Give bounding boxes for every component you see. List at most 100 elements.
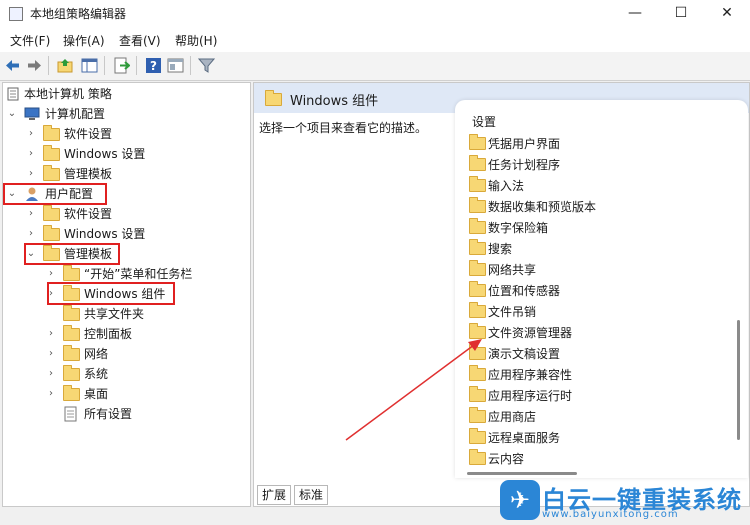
list-item-label: 数据收集和预览版本 xyxy=(488,200,597,214)
folder-icon xyxy=(43,205,60,221)
tree-item-folder[interactable]: › “开始”菜单和任务栏 xyxy=(3,265,248,283)
tree-item-folder[interactable]: › 软件设置 xyxy=(3,205,248,223)
folder-icon xyxy=(469,176,486,192)
list-item-label: 应用程序运行时 xyxy=(488,389,573,403)
bird-logo-icon: ✈ xyxy=(500,480,540,520)
policy-tree-pane: 本地计算机 策略 ⌄ 计算机配置 › 软件设置 › Windows 设置 › 管… xyxy=(2,82,251,507)
tree-label: 管理模板 xyxy=(64,167,113,181)
maximize-button[interactable]: ☐ xyxy=(658,0,704,26)
tree-item-all-settings[interactable]: 所有设置 xyxy=(3,405,248,423)
toolbar-separator xyxy=(48,56,49,75)
forward-arrow-icon[interactable] xyxy=(26,57,43,74)
show-hide-tree-icon[interactable] xyxy=(81,57,98,74)
tree-item-folder[interactable]: › 网络 xyxy=(3,345,248,363)
details-header-title: Windows 组件 xyxy=(290,94,379,109)
menu-view[interactable]: 查看(V) xyxy=(119,32,161,49)
up-folder-icon[interactable] xyxy=(57,57,74,74)
tree-label: 软件设置 xyxy=(64,207,113,221)
menu-action[interactable]: 操作(A) xyxy=(63,32,105,49)
menu-bar: 文件(F) 操作(A) 查看(V) 帮助(H) xyxy=(0,26,750,52)
tree-item-folder[interactable]: › 软件设置 xyxy=(3,125,248,143)
list-item-label: 应用程序兼容性 xyxy=(488,368,573,382)
tree-item-folder[interactable]: › 桌面 xyxy=(3,385,248,403)
properties-pane-icon[interactable] xyxy=(167,57,184,74)
folder-icon xyxy=(63,385,80,401)
tree-item-computer-config[interactable]: ⌄ 计算机配置 xyxy=(3,105,248,123)
tree-item-local-policy[interactable]: 本地计算机 策略 xyxy=(3,85,248,103)
list-item-label: 凭据用户界面 xyxy=(488,137,561,151)
tree-item-folder[interactable]: › 控制面板 xyxy=(3,325,248,343)
toolbar-separator xyxy=(136,56,137,75)
folder-icon xyxy=(469,197,486,213)
chevron-right-icon[interactable]: › xyxy=(46,265,56,283)
chevron-right-icon[interactable]: › xyxy=(26,125,36,143)
tree-item-folder[interactable]: › 系统 xyxy=(3,365,248,383)
chevron-right-icon[interactable]: › xyxy=(46,385,56,403)
menu-file[interactable]: 文件(F) xyxy=(10,32,50,49)
folder-icon xyxy=(469,134,486,150)
highlight-box-admin-templates xyxy=(24,243,120,265)
window-title: 本地组策略编辑器 xyxy=(30,7,127,21)
folder-icon xyxy=(469,155,486,171)
folder-icon xyxy=(469,260,486,276)
tree-label: Windows 设置 xyxy=(64,227,146,241)
horizontal-scrollbar[interactable] xyxy=(467,472,577,475)
tree-label: 控制面板 xyxy=(84,327,133,341)
tree-item-folder[interactable]: › Windows 设置 xyxy=(3,145,248,163)
folder-icon xyxy=(63,305,80,321)
tree-label: 桌面 xyxy=(84,387,109,401)
list-item-label: 搜索 xyxy=(488,242,513,256)
tab-extended[interactable]: 扩展 xyxy=(257,485,292,505)
vertical-scrollbar[interactable] xyxy=(737,320,740,440)
minimize-button[interactable]: — xyxy=(612,0,658,26)
chevron-right-icon[interactable]: › xyxy=(46,345,56,363)
computer-icon xyxy=(24,107,40,120)
back-arrow-icon[interactable] xyxy=(4,57,21,74)
list-item-label: 文件吊销 xyxy=(488,305,537,319)
folder-icon xyxy=(469,218,486,234)
folder-icon xyxy=(469,449,486,465)
policy-document-icon xyxy=(7,87,19,101)
list-item-label: 数字保险箱 xyxy=(488,221,549,235)
help-icon[interactable]: ? xyxy=(145,57,162,74)
all-settings-icon xyxy=(64,406,77,422)
highlight-box-user-config xyxy=(3,183,107,205)
tree-label: 共享文件夹 xyxy=(84,307,145,321)
close-button[interactable]: ✕ xyxy=(704,0,750,26)
toolbar-separator xyxy=(104,56,105,75)
folder-icon xyxy=(63,265,80,281)
list-item-label: 输入法 xyxy=(488,179,525,193)
filter-icon[interactable] xyxy=(198,57,215,74)
list-item-label: 任务计划程序 xyxy=(488,158,561,172)
folder-icon xyxy=(63,325,80,341)
tab-standard[interactable]: 标准 xyxy=(294,485,329,505)
export-list-icon[interactable] xyxy=(113,57,130,74)
chevron-right-icon[interactable]: › xyxy=(26,225,36,243)
chevron-right-icon[interactable]: › xyxy=(26,165,36,183)
list-item-label: 应用商店 xyxy=(488,410,537,424)
list-item-label: 云内容 xyxy=(488,452,525,466)
list-item-label: 位置和传感器 xyxy=(488,284,561,298)
chevron-right-icon[interactable]: › xyxy=(26,205,36,223)
svg-text:?: ? xyxy=(150,59,157,73)
chevron-right-icon[interactable]: › xyxy=(26,145,36,163)
title-bar: 本地组策略编辑器 — ☐ ✕ xyxy=(0,0,750,26)
tree-label: 本地计算机 策略 xyxy=(24,87,112,101)
column-header-label: 设置 xyxy=(472,115,497,129)
menu-help[interactable]: 帮助(H) xyxy=(175,32,217,49)
folder-icon xyxy=(63,345,80,361)
tree-item-folder[interactable]: › 管理模板 xyxy=(3,165,248,183)
tree-item-folder[interactable]: › Windows 设置 xyxy=(3,225,248,243)
chevron-right-icon[interactable]: › xyxy=(46,365,56,383)
tree-label: 所有设置 xyxy=(84,407,133,421)
tree-label: 系统 xyxy=(84,367,109,381)
tree-label: 网络 xyxy=(84,347,109,361)
chevron-right-icon[interactable]: › xyxy=(46,325,56,343)
folder-icon xyxy=(469,239,486,255)
chevron-down-icon[interactable]: ⌄ xyxy=(7,105,17,123)
policy-editor-app-icon xyxy=(9,7,23,21)
tree-item-folder[interactable]: 共享文件夹 xyxy=(3,305,248,323)
folder-icon xyxy=(43,145,60,161)
description-text: 选择一个项目来查看它的描述。 xyxy=(259,121,428,135)
folder-icon xyxy=(43,225,60,241)
